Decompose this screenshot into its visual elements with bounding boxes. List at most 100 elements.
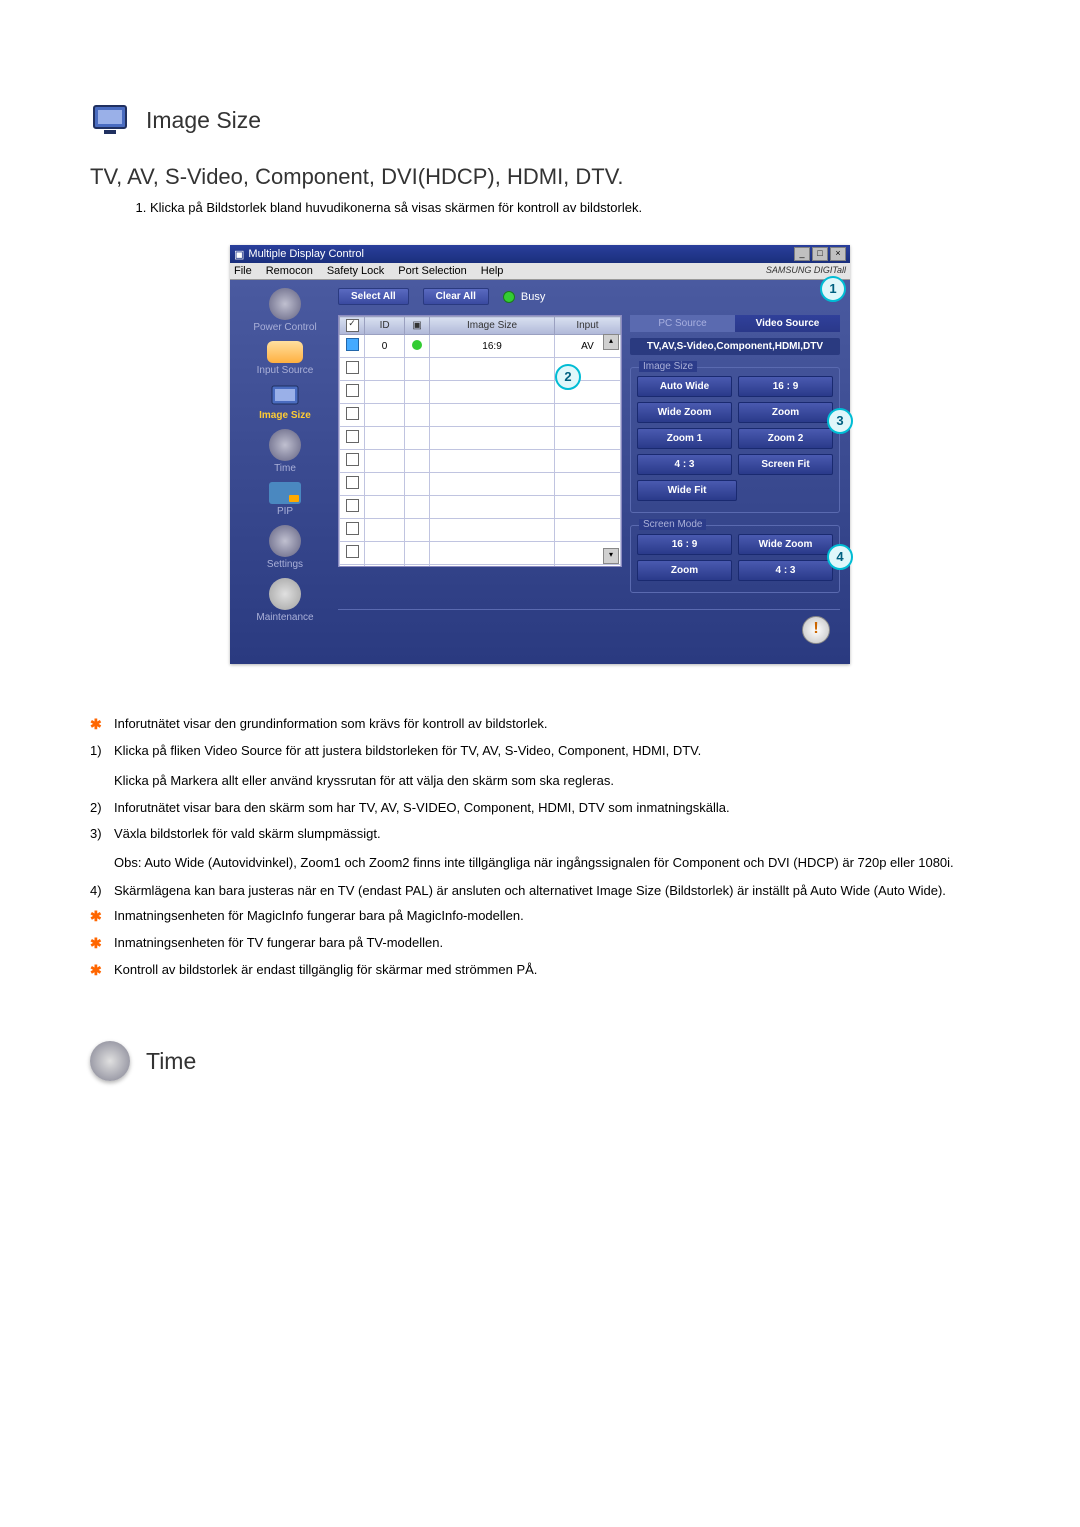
table-row[interactable]: 0 16:9 AV [340,335,621,358]
menu-safety-lock[interactable]: Safety Lock [327,265,384,277]
row-checkbox[interactable] [346,453,359,466]
settings-icon [269,525,301,557]
mode-16-9[interactable]: 16 : 9 [637,534,732,555]
menu-remocon[interactable]: Remocon [266,265,313,277]
window-titlebar: ▣ Multiple Display Control _ □ × [230,245,850,263]
sidebar-item-settings[interactable]: Settings [267,525,303,570]
num-bullet: 2) [90,798,106,818]
sidebar-item-pip[interactable]: PIP [269,482,301,517]
screen-mode-legend: Screen Mode [639,519,706,530]
image-size-icon [270,384,300,408]
maximize-button[interactable]: □ [812,247,828,261]
col-checkbox[interactable] [340,317,365,335]
menu-help[interactable]: Help [481,265,504,277]
mode-wide-zoom[interactable]: Wide Zoom [738,534,833,555]
table-row[interactable] [340,427,621,450]
table-row[interactable] [340,473,621,496]
note-star-4: Kontroll av bildstorlek är endast tillgä… [114,960,990,981]
intro-item-1: Klicka på Bildstorlek bland huvudikonern… [150,200,990,215]
menu-file[interactable]: File [234,265,252,277]
maintenance-icon [269,578,301,610]
num-bullet: 4) [90,881,106,901]
notes-list: ✱ Inforutnätet visar den grundinformation… [90,714,990,761]
col-status-icon: ▣ [405,317,430,335]
row-checkbox[interactable] [346,430,359,443]
opt-zoom[interactable]: Zoom [738,402,833,423]
sidebar-item-image-size[interactable]: Image Size [259,384,311,421]
note-2: Inforutnätet visar bara den skärm som ha… [114,798,990,818]
info-icon[interactable]: ! [802,616,830,644]
note-3a: Växla bildstorlek för vald skärm slumpmä… [114,824,990,844]
intro-list: Klicka på Bildstorlek bland huvudikonern… [110,200,990,215]
row-checkbox[interactable] [346,361,359,374]
section-title: Image Size [146,107,261,134]
row-checkbox[interactable] [346,545,359,558]
mode-4-3[interactable]: 4 : 3 [738,560,833,581]
opt-wide-zoom[interactable]: Wide Zoom [637,402,732,423]
note-3b: Obs: Auto Wide (Autovidvinkel), Zoom1 oc… [114,853,990,873]
opt-screen-fit[interactable]: Screen Fit [738,454,833,475]
time-icon [269,429,301,461]
image-size-legend: Image Size [639,361,697,372]
note-star-2: Inmatningsenheten för MagicInfo fungerar… [114,906,990,927]
note-1a: Klicka på fliken Video Source för att ju… [114,741,990,761]
minimize-button[interactable]: _ [794,247,810,261]
opt-4-3[interactable]: 4 : 3 [637,454,732,475]
callout-3: 3 [827,408,853,434]
star-bullet-icon: ✱ [90,714,106,735]
sidebar-item-maintenance[interactable]: Maintenance [256,578,313,623]
image-size-group: 3 Image Size Auto Wide 16 : 9 Wide Zoom … [630,367,840,513]
screen-mode-group: 4 Screen Mode 16 : 9 Wide Zoom Zoom 4 : … [630,525,840,593]
app-icon: ▣ [234,248,244,261]
note-1b: Klicka på Markera allt eller använd krys… [114,771,990,791]
row-checkbox[interactable] [346,338,359,351]
monitor-icon [90,100,130,140]
pip-icon [269,482,301,504]
tab-pc-source[interactable]: PC Source [630,315,735,332]
scroll-down-button[interactable]: ▾ [603,548,619,564]
input-source-icon [267,341,303,363]
opt-zoom1[interactable]: Zoom 1 [637,428,732,449]
star-bullet-icon: ✱ [90,960,106,981]
row-checkbox[interactable] [346,384,359,397]
clock-icon [90,1041,130,1081]
table-row[interactable] [340,519,621,542]
table-row[interactable] [340,450,621,473]
row-checkbox[interactable] [346,522,359,535]
star-bullet-icon: ✱ [90,906,106,927]
table-row[interactable] [340,496,621,519]
num-bullet: 1) [90,741,106,761]
close-button[interactable]: × [830,247,846,261]
scroll-up-button[interactable]: ▴ [603,334,619,350]
power-icon [269,288,301,320]
clear-all-button[interactable]: Clear All [423,288,489,305]
opt-wide-fit[interactable]: Wide Fit [637,480,737,501]
section-title-time: Time [146,1048,196,1075]
note-star-1: Inforutnätet visar den grundinformation … [114,714,990,735]
opt-zoom2[interactable]: Zoom 2 [738,428,833,449]
mode-zoom[interactable]: Zoom [637,560,732,581]
tab-video-source[interactable]: Video Source [735,315,840,332]
row-checkbox[interactable] [346,476,359,489]
star-bullet-icon: ✱ [90,933,106,954]
table-row[interactable] [340,542,621,565]
app-screenshot: ▣ Multiple Display Control _ □ × File Re… [230,245,850,664]
opt-auto-wide[interactable]: Auto Wide [637,376,732,397]
sidebar-item-time[interactable]: Time [269,429,301,474]
table-row[interactable] [340,565,621,568]
col-id[interactable]: ID [365,317,405,335]
display-table: 2 ▴ ▾ ID ▣ Image Size Input [338,315,622,567]
row-checkbox[interactable] [346,499,359,512]
sidebar-item-input-source[interactable]: Input Source [257,341,314,376]
col-image-size[interactable]: Image Size [430,317,555,335]
callout-2: 2 [555,364,581,390]
menubar: File Remocon Safety Lock Port Selection … [230,263,850,280]
menu-port-selection[interactable]: Port Selection [398,265,466,277]
select-all-button[interactable]: Select All [338,288,409,305]
row-checkbox[interactable] [346,407,359,420]
col-input[interactable]: Input [554,317,620,335]
opt-16-9[interactable]: 16 : 9 [738,376,833,397]
table-row[interactable] [340,404,621,427]
window-controls: _ □ × [794,247,846,261]
sidebar-item-power-control[interactable]: Power Control [253,288,316,333]
